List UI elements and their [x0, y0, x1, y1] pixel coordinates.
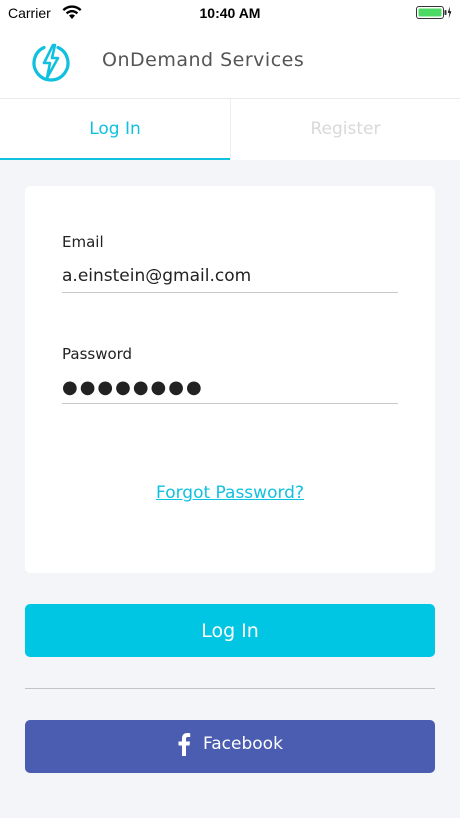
facebook-f-icon: [177, 732, 191, 756]
forgot-password-link[interactable]: Forgot Password?: [25, 483, 435, 503]
app-header: OnDemand Services: [0, 26, 460, 99]
divider: [25, 688, 435, 689]
email-label: Email: [62, 233, 104, 251]
facebook-login-button[interactable]: Facebook: [25, 720, 435, 773]
tab-log-in[interactable]: Log In: [0, 99, 230, 160]
status-bar: Carrier 10:40 AM: [0, 0, 460, 26]
battery-icon: [416, 5, 452, 24]
log-in-button[interactable]: Log In: [25, 604, 435, 657]
login-card: Email Password Forgot Password?: [25, 186, 435, 573]
clock-time: 10:40 AM: [199, 5, 261, 21]
password-label: Password: [62, 345, 133, 363]
auth-tabs: Log In Register: [0, 99, 460, 160]
app-title: OnDemand Services: [102, 49, 305, 71]
lightning-bolt-icon: [29, 40, 73, 84]
email-field[interactable]: [62, 260, 398, 293]
tab-register[interactable]: Register: [230, 99, 460, 160]
facebook-button-label: Facebook: [203, 734, 283, 754]
password-field[interactable]: [62, 371, 398, 404]
